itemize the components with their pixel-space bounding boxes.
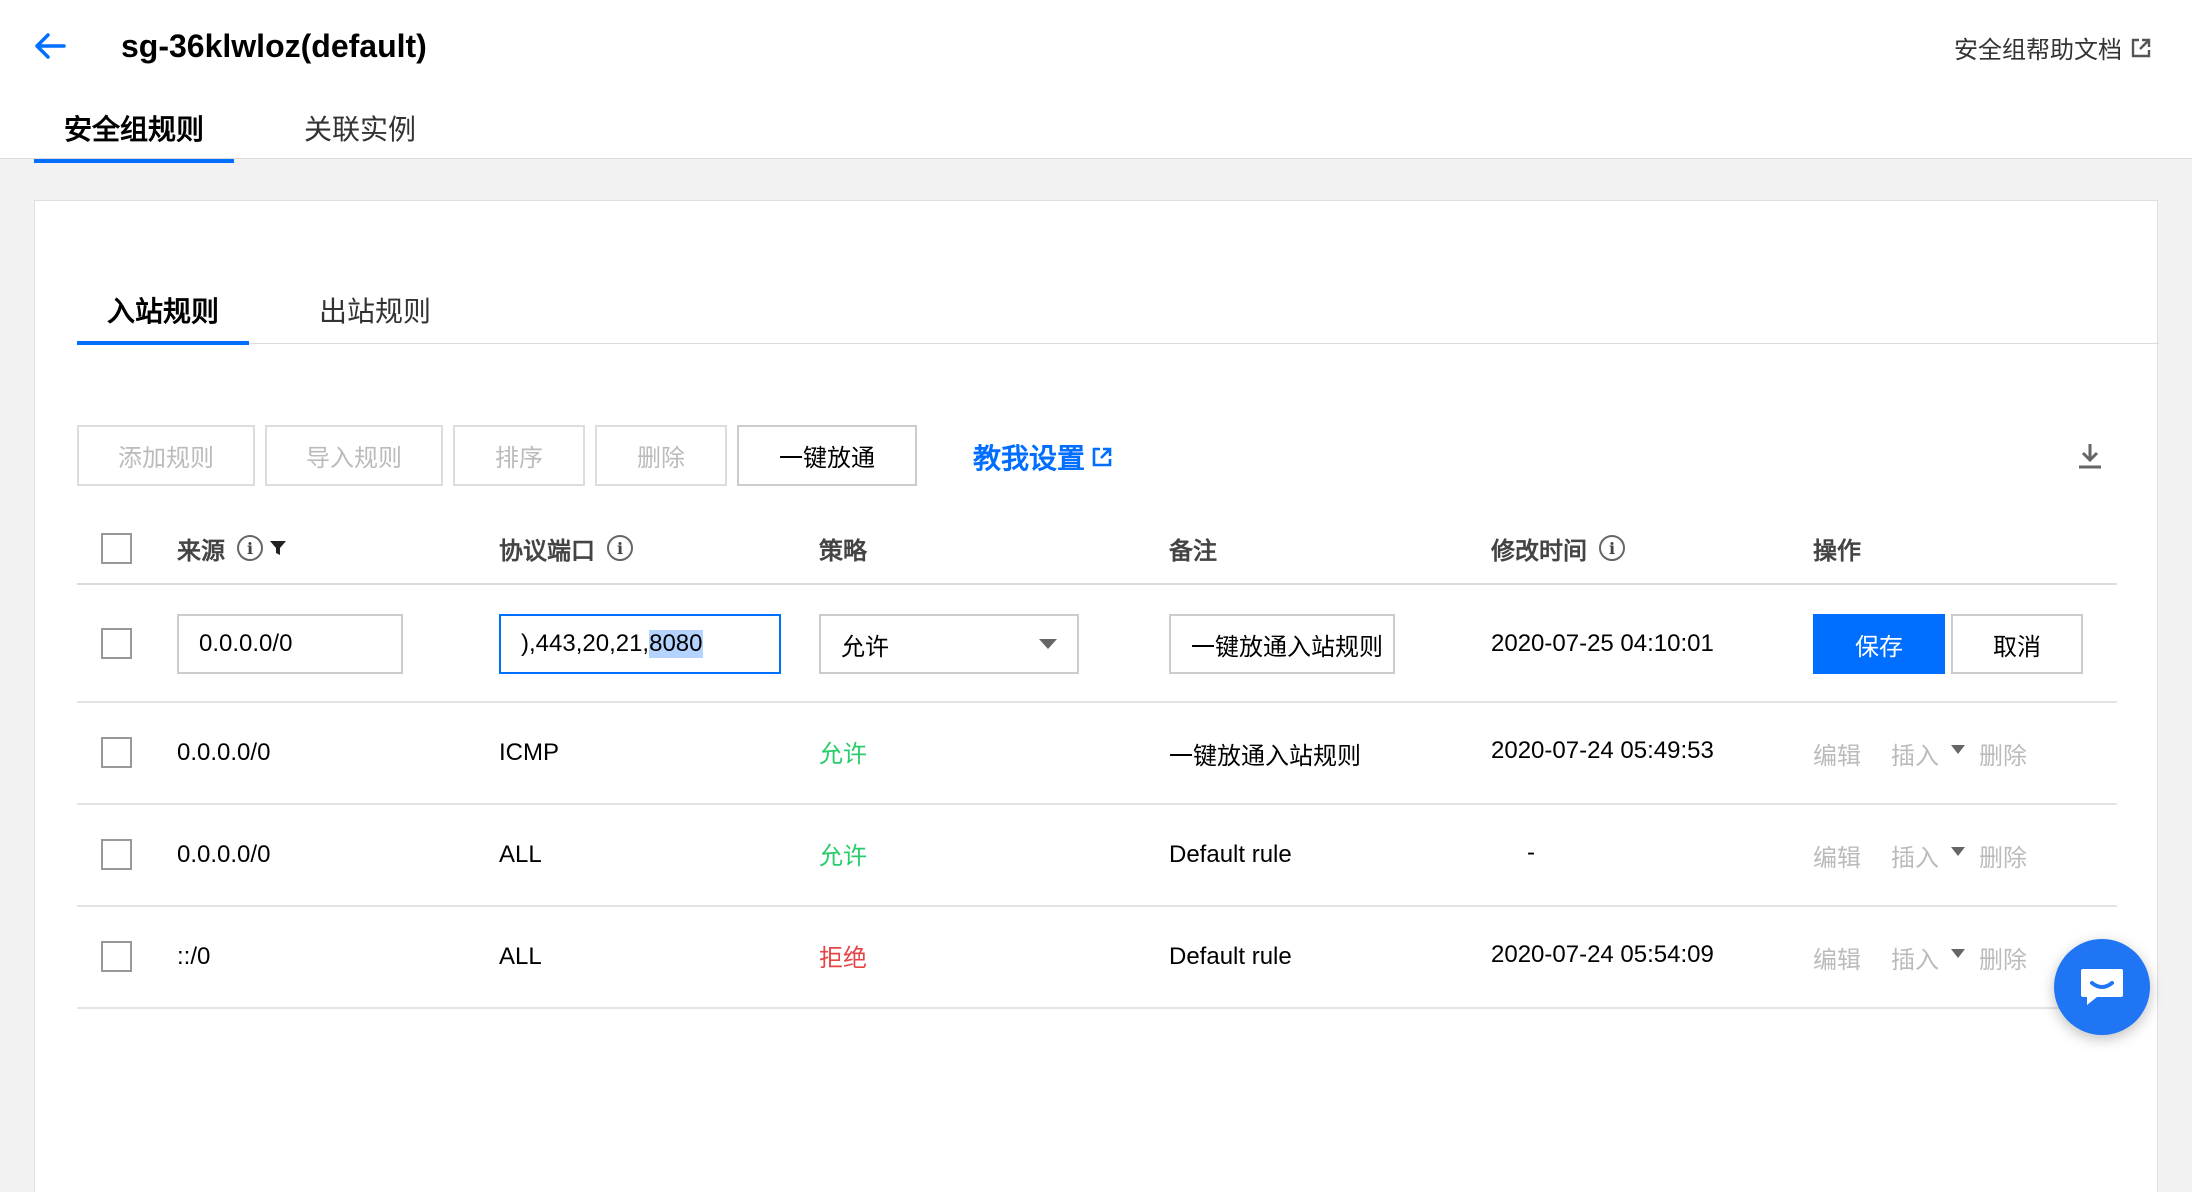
table-row: 0.0.0.0/0 ALL 允许 Default rule - 编辑 插入 删除 [77,805,2117,907]
remark-cell: Default rule [1169,841,1292,868]
source-cell: ::/0 [177,943,211,970]
teach-me-label: 教我设置 [973,443,1086,474]
rules-panel: 入站规则 出站规则 添加规则 导入规则 排序 删除 一键放通 教我设置 来源 i [34,200,2159,1192]
remark-cell: Default rule [1169,943,1292,970]
filter-icon[interactable] [269,539,287,557]
page-title: sg-36klwloz(default) [121,28,427,64]
table-header: 来源 i 协议端口 i 策略 备注 修改时间 i 操作 [77,511,2117,585]
row-checkbox[interactable] [101,737,132,768]
cancel-button[interactable]: 取消 [1951,614,2083,674]
protocol-port-input[interactable]: ),443,20,21, 8080 [499,614,781,674]
help-doc-link[interactable]: 安全组帮助文档 [1954,30,2152,65]
column-protocol-port: 协议端口 i [499,511,633,585]
tab-security-group-rules[interactable]: 安全组规则 [34,100,235,163]
delete-action[interactable]: 删除 [1979,940,2027,975]
policy-cell: 拒绝 [819,944,867,972]
tab-outbound-rules[interactable]: 出站规则 [289,287,461,344]
row-actions: 编辑 插入 删除 [1813,927,2027,987]
row-actions: 编辑 插入 删除 [1813,825,2027,885]
column-remark-label: 备注 [1169,537,1217,565]
protocol-cell: ALL [499,943,542,970]
source-input[interactable]: 0.0.0.0/0 [177,614,403,674]
page-header: sg-36klwloz(default) 安全组帮助文档 安全组规则 关联实例 [0,0,2192,163]
top-tab-bar: 安全组规则 关联实例 [34,100,486,163]
column-policy: 策略 [819,511,867,585]
table-row-editing: 0.0.0.0/0 ),443,20,21, 8080 允许 一键放通入站规则 2… [77,585,2117,703]
row-actions: 编辑 插入 删除 [1813,723,2027,783]
modified-time: 2020-07-25 04:10:01 [1491,630,1714,657]
policy-cell: 允许 [819,842,867,870]
chevron-down-icon [1039,639,1057,649]
download-icon[interactable] [2075,441,2105,471]
add-rule-button[interactable]: 添加规则 [77,425,255,486]
delete-action[interactable]: 删除 [1979,736,2027,771]
external-link-icon [2131,38,2151,57]
policy-select[interactable]: 允许 [819,614,1079,674]
table-row: ::/0 ALL 拒绝 Default rule 2020-07-24 05:5… [77,907,2117,1009]
caret-down-icon[interactable] [1951,948,1965,958]
source-input-value: 0.0.0.0/0 [199,630,293,657]
insert-action[interactable]: 插入 [1891,736,1939,771]
tab-inbound-rules[interactable]: 入站规则 [77,287,250,345]
time-cell: 2020-07-24 05:49:53 [1491,737,1714,764]
sort-button[interactable]: 排序 [453,425,585,486]
delete-button[interactable]: 删除 [595,425,727,486]
column-policy-label: 策略 [819,537,867,565]
insert-action[interactable]: 插入 [1891,940,1939,975]
edit-action[interactable]: 编辑 [1813,838,1861,873]
rules-toolbar: 添加规则 导入规则 排序 删除 一键放通 [77,425,917,486]
help-doc-label: 安全组帮助文档 [1954,37,2122,64]
direction-tab-bar: 入站规则 出站规则 [77,287,2159,345]
info-icon[interactable]: i [1599,535,1625,561]
column-modified-time: 修改时间 i [1491,511,1625,585]
row-checkbox[interactable] [101,941,132,972]
source-cell: 0.0.0.0/0 [177,739,271,766]
teach-me-link[interactable]: 教我设置 [973,437,1113,477]
column-modified-time-label: 修改时间 [1491,537,1587,565]
column-remark: 备注 [1169,511,1217,585]
edit-action[interactable]: 编辑 [1813,736,1861,771]
protocol-port-selected-text: 8080 [649,630,703,658]
column-source: 来源 i [177,511,287,585]
remark-cell: 一键放通入站规则 [1169,742,1361,770]
remark-input[interactable]: 一键放通入站规则 [1169,614,1395,674]
policy-cell: 允许 [819,740,867,768]
edit-action[interactable]: 编辑 [1813,940,1861,975]
row-checkbox[interactable] [101,839,132,870]
info-icon[interactable]: i [607,535,633,561]
row-checkbox[interactable] [101,628,132,659]
delete-action[interactable]: 删除 [1979,838,2027,873]
tab-associated-instances[interactable]: 关联实例 [274,100,446,162]
column-protocol-port-label: 协议端口 [499,537,595,565]
rules-table: 来源 i 协议端口 i 策略 备注 修改时间 i 操作 0.0.0.0/0),… [77,511,2117,1009]
chat-support-button[interactable] [2054,939,2150,1035]
time-cell: 2020-07-24 05:54:09 [1491,941,1714,968]
select-all-checkbox[interactable] [101,533,132,564]
protocol-cell: ALL [499,841,542,868]
column-source-label: 来源 [177,537,225,565]
external-link-icon [1092,447,1112,467]
back-arrow-icon[interactable] [30,26,70,66]
one-click-open-button[interactable]: 一键放通 [737,425,917,486]
time-cell: - [1527,839,1535,866]
protocol-cell: ICMP [499,739,559,766]
save-button[interactable]: 保存 [1813,614,1945,674]
caret-down-icon[interactable] [1951,744,1965,754]
caret-down-icon[interactable] [1951,846,1965,856]
policy-select-value: 允许 [841,633,889,661]
info-icon[interactable]: i [237,535,263,561]
chat-bubble-icon [2081,969,2123,1005]
column-actions: 操作 [1813,511,1861,585]
insert-action[interactable]: 插入 [1891,838,1939,873]
import-rule-button[interactable]: 导入规则 [265,425,443,486]
remark-input-value: 一键放通入站规则 [1191,633,1383,661]
protocol-port-input-value: ),443,20,21, [521,630,650,657]
source-cell: 0.0.0.0/0 [177,841,271,868]
table-row: 0.0.0.0/0 ICMP 允许 一键放通入站规则 2020-07-24 05… [77,703,2117,805]
column-actions-label: 操作 [1813,537,1861,565]
